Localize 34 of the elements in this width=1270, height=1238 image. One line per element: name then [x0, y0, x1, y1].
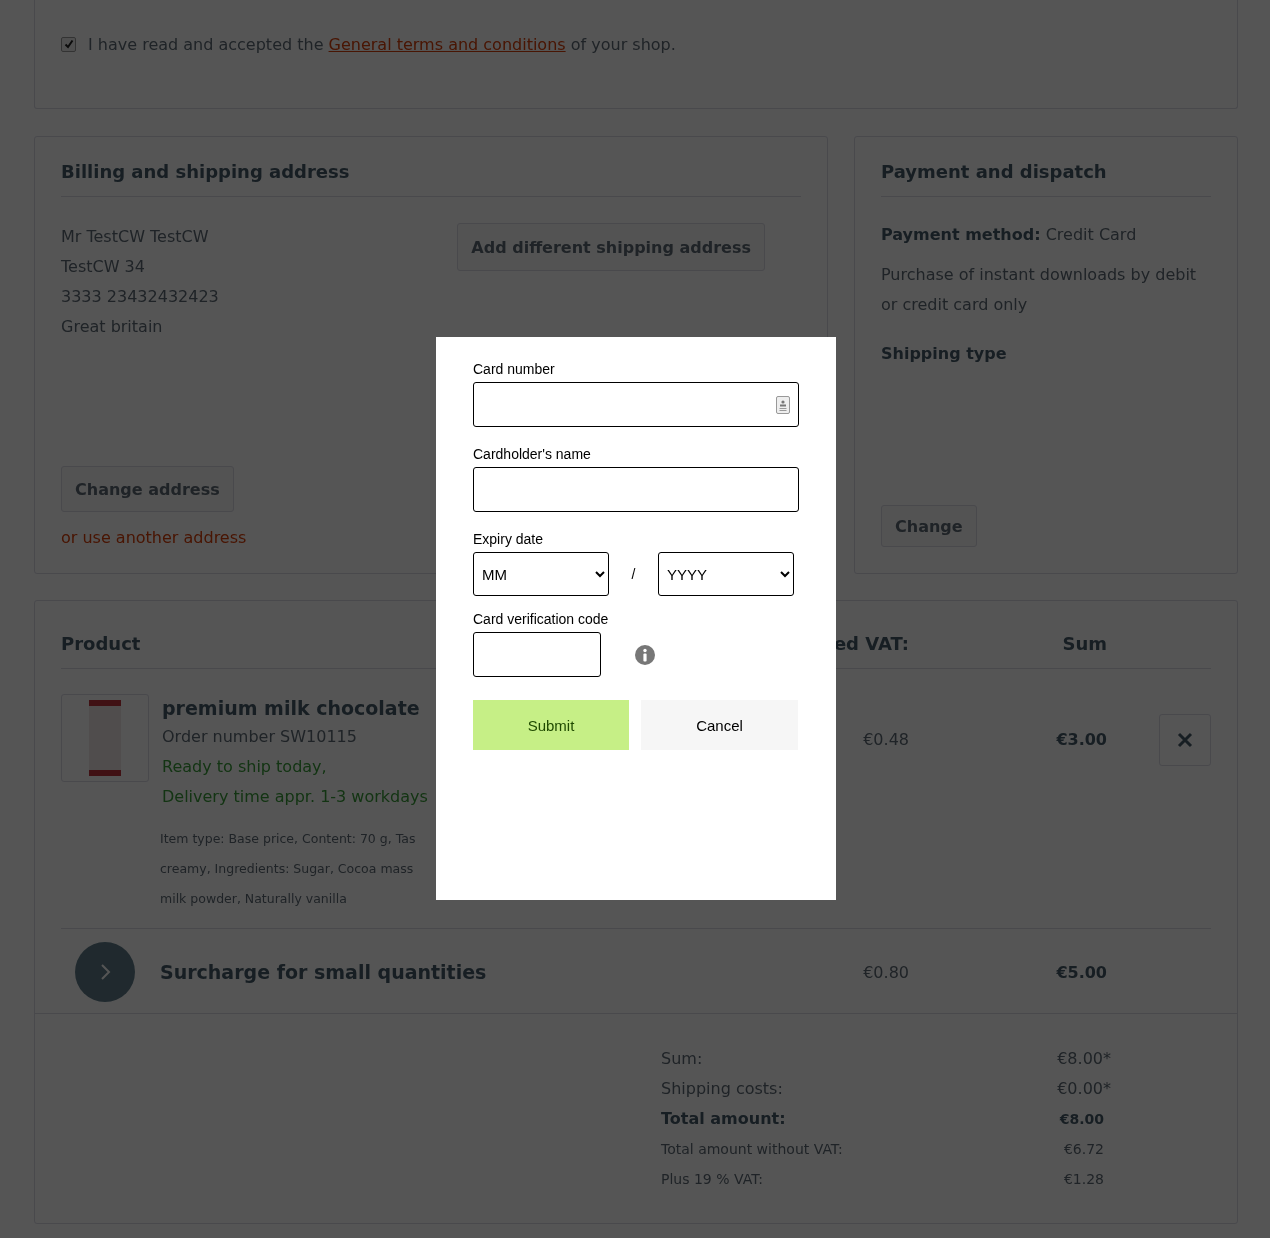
- product-name[interactable]: premium milk chocolate: [162, 694, 428, 722]
- sum-amount: €5.00: [1055, 962, 1108, 982]
- submit-button[interactable]: Submit: [473, 700, 629, 750]
- shipping-type-label: Shipping type: [881, 344, 1008, 363]
- checkbox[interactable]: [61, 36, 76, 52]
- cardholder-name-field[interactable]: [473, 467, 799, 512]
- other-address-link[interactable]: or use another address: [61, 528, 247, 547]
- date-separator: /: [630, 566, 637, 582]
- cvc-field[interactable]: [473, 632, 601, 677]
- surcharge-name: Surcharge for small quantities: [160, 961, 487, 983]
- field-label: Expiry date: [473, 531, 545, 547]
- terms-link[interactable]: General terms and conditions: [328, 34, 566, 54]
- checkmark-icon: [63, 39, 74, 49]
- field-label: Card number: [473, 361, 556, 377]
- sum-amount: €3.00: [1055, 729, 1108, 749]
- close-icon: [1177, 732, 1193, 748]
- section-title: Payment and dispatch: [881, 161, 1211, 197]
- delivery-info: Ready to ship today,: [162, 756, 328, 778]
- chevron-circle-icon: [75, 942, 135, 1002]
- info-icon[interactable]: [634, 643, 656, 666]
- field-label: Card verification code: [473, 611, 610, 627]
- field-label: Cardholder's name: [473, 446, 592, 462]
- contact-card-icon: [776, 395, 790, 414]
- summary-label: Total amount:: [661, 1108, 787, 1130]
- month-select[interactable]: MM: [473, 552, 609, 596]
- summary-value: €8.00: [1058, 1110, 1105, 1129]
- column-header: ed VAT:: [832, 633, 909, 654]
- column-header: Product: [61, 633, 142, 654]
- card-number-field[interactable]: [473, 382, 799, 427]
- cancel-button[interactable]: Cancel: [641, 700, 798, 750]
- year-select[interactable]: YYYY: [658, 552, 794, 596]
- section-title: Billing and shipping address: [61, 161, 801, 197]
- delivery-info: Delivery time appr. 1-3 workdays: [162, 786, 428, 808]
- column-header: Sum: [1061, 633, 1108, 654]
